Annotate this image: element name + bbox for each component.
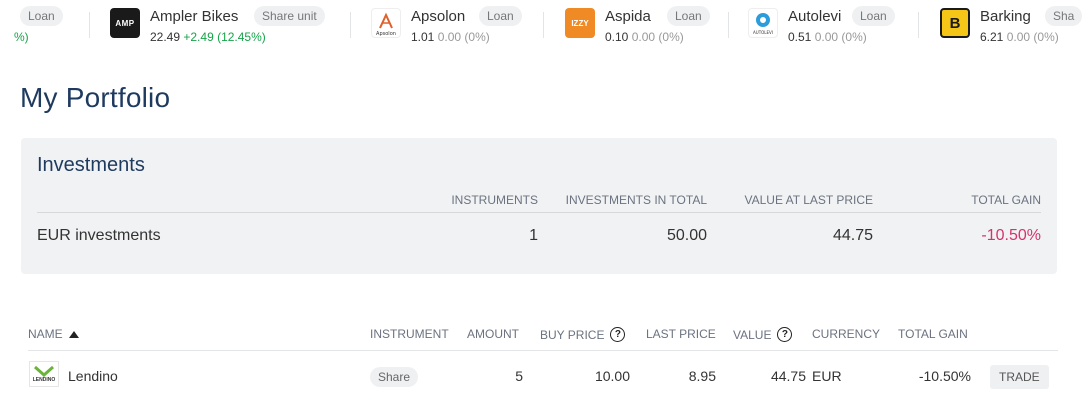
ticker-type-badge: Loan bbox=[667, 6, 710, 26]
ticker-name: Autolevi bbox=[788, 8, 842, 25]
holding-total-gain: -10.50% bbox=[918, 368, 971, 384]
ticker-separator bbox=[728, 12, 729, 38]
apsolon-logo-icon: Apsolon bbox=[371, 8, 401, 38]
col-header-value[interactable]: VALUE? bbox=[733, 327, 793, 342]
ticker-name: Ampler Bikes bbox=[150, 8, 239, 25]
ticker-change: %) bbox=[14, 30, 29, 44]
investments-instruments-value: 1 bbox=[529, 227, 538, 244]
svg-text:Apsolon: Apsolon bbox=[376, 31, 396, 37]
holding-buy-price: 10.00 bbox=[594, 368, 630, 384]
investments-total-gain-value: -10.50% bbox=[981, 227, 1041, 244]
investments-last-price-value: 44.75 bbox=[832, 227, 873, 244]
col-header-investments-total: INVESTMENTS IN TOTAL bbox=[565, 193, 707, 207]
ticker-bar: Loan %) AMP Ampler Bikes Share unit 22.4… bbox=[0, 0, 1086, 48]
instrument-badge: Share bbox=[370, 367, 419, 387]
table-divider bbox=[28, 350, 1058, 351]
barking-logo-icon: B bbox=[940, 8, 970, 38]
ticker-name: Barking bbox=[980, 8, 1031, 25]
ticker-separator bbox=[350, 12, 351, 38]
sort-by-name-header[interactable]: NAME bbox=[28, 327, 79, 341]
lendino-logo-icon: LENDINO bbox=[29, 361, 59, 387]
ticker-separator bbox=[918, 12, 919, 38]
ticker-item-ampler-bikes[interactable]: AMP Ampler Bikes Share unit 22.49 +2.49 … bbox=[110, 6, 340, 46]
col-header-instrument[interactable]: INSTRUMENT bbox=[370, 327, 449, 341]
investments-title: Investments bbox=[37, 154, 145, 176]
col-header-total-gain[interactable]: TOTAL GAIN bbox=[898, 327, 968, 341]
ticker-type-badge: Loan bbox=[20, 6, 63, 26]
holding-amount: 5 bbox=[515, 368, 523, 384]
col-header-total-gain: TOTAL GAIN bbox=[971, 193, 1041, 207]
help-icon[interactable]: ? bbox=[610, 327, 626, 342]
investments-row-label: EUR investments bbox=[37, 227, 161, 244]
ticker-type-badge: Loan bbox=[479, 6, 522, 26]
investments-panel: Investments INSTRUMENTS INVESTMENTS IN T… bbox=[21, 138, 1057, 274]
investments-total-value: 50.00 bbox=[666, 227, 707, 244]
help-icon[interactable]: ? bbox=[777, 327, 793, 342]
ticker-name: Apsolon bbox=[411, 8, 466, 25]
holding-currency: EUR bbox=[812, 368, 842, 384]
page-title: My Portfolio bbox=[20, 82, 171, 113]
ticker-type-badge: Share unit bbox=[254, 6, 325, 26]
holding-value: 44.75 bbox=[770, 368, 806, 384]
ticker-separator bbox=[543, 12, 544, 38]
col-header-amount[interactable]: AMOUNT bbox=[467, 327, 519, 341]
ticker-item-apsolon[interactable]: Apsolon Apsolon Loan 1.01 0.00 (0%) bbox=[371, 6, 541, 46]
ticker-type-badge: Sha bbox=[1045, 6, 1083, 26]
ampler-logo-icon: AMP bbox=[110, 8, 140, 38]
ticker-item-autolevi[interactable]: AUTOLEVI Autolevi Loan 0.51 0.00 (0%) bbox=[748, 6, 918, 46]
col-header-instruments: INSTRUMENTS bbox=[451, 193, 538, 207]
ticker-price: 22.49 +2.49 (12.45%) bbox=[150, 30, 266, 44]
col-header-buy-price[interactable]: BUY PRICE? bbox=[540, 327, 626, 342]
col-header-value-last-price: VALUE AT LAST PRICE bbox=[744, 193, 874, 207]
holding-name[interactable]: Lendino bbox=[68, 368, 118, 384]
sort-ascending-icon bbox=[68, 330, 79, 338]
ticker-item-aspida[interactable]: IZZY Aspida Loan 0.10 0.00 (0%) bbox=[565, 6, 735, 46]
trade-button[interactable]: TRADE bbox=[990, 365, 1049, 389]
ticker-name: Aspida bbox=[605, 8, 651, 25]
ticker-price: 0.51 0.00 (0%) bbox=[788, 30, 867, 44]
autolevi-logo-icon: AUTOLEVI bbox=[748, 8, 778, 38]
ticker-price: 6.21 0.00 (0%) bbox=[980, 30, 1059, 44]
ticker-price: 1.01 0.00 (0%) bbox=[411, 30, 490, 44]
svg-text:AUTOLEVI: AUTOLEVI bbox=[753, 30, 773, 35]
aspida-logo-icon: IZZY bbox=[565, 8, 595, 38]
ticker-type-badge: Loan bbox=[852, 6, 895, 26]
ticker-item-barking[interactable]: B Barking Sha 6.21 0.00 (0%) bbox=[940, 6, 1086, 46]
col-header-last-price[interactable]: LAST PRICE bbox=[646, 327, 716, 341]
ticker-separator bbox=[89, 12, 90, 38]
col-header-currency[interactable]: CURRENCY bbox=[812, 327, 880, 341]
divider bbox=[37, 212, 1041, 213]
holding-last-price: 8.95 bbox=[688, 368, 716, 384]
ticker-price: 0.10 0.00 (0%) bbox=[605, 30, 684, 44]
